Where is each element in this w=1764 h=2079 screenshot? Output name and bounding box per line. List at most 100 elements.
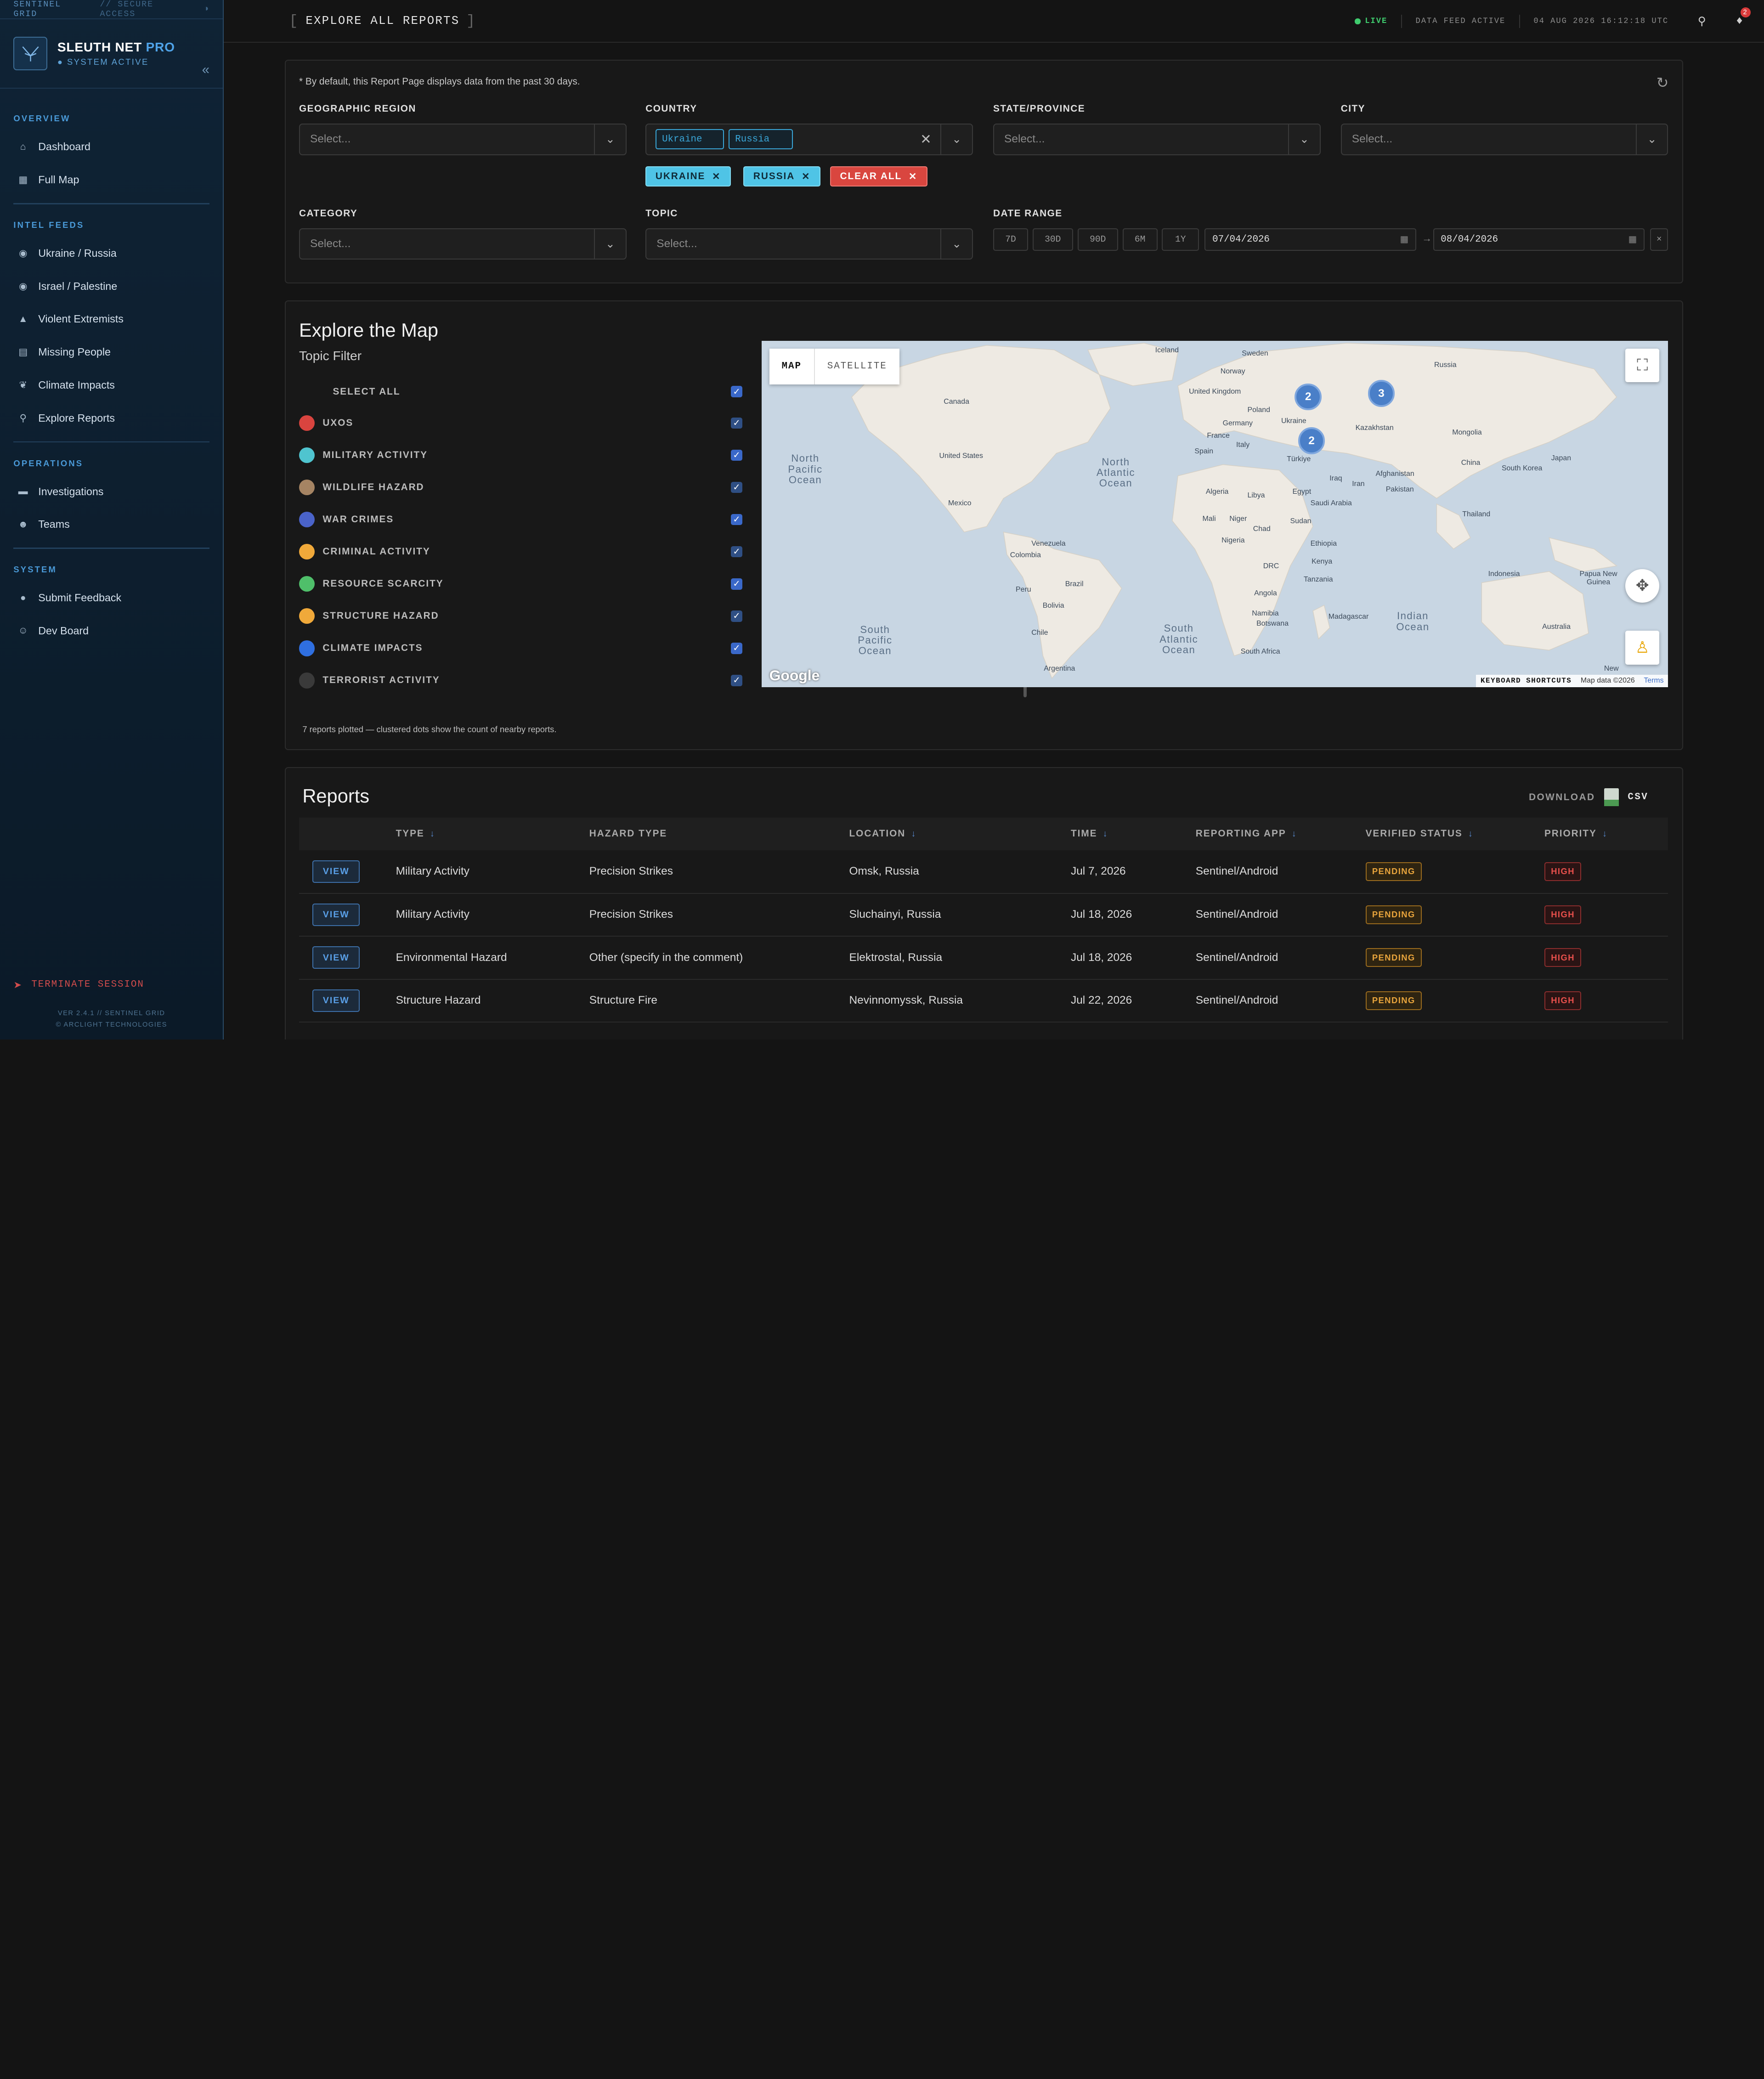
sidebar-item-dev-board[interactable]: ☺ Dev Board: [0, 615, 223, 648]
tag-ukraine[interactable]: UKRAINE ✕: [645, 166, 731, 187]
range-1y-button[interactable]: 1Y: [1162, 228, 1199, 251]
state-select[interactable]: Select... ⌄: [993, 123, 1321, 155]
column-header-app[interactable]: REPORTING APP ↓: [1196, 818, 1366, 850]
map-footnote: 7 reports plotted — clustered dots show …: [302, 724, 557, 734]
tag-russia[interactable]: RUSSIA ✕: [743, 166, 820, 187]
country-chip-ukraine[interactable]: Ukraine: [655, 129, 724, 150]
topic-filter-item[interactable]: WILDLIFE HAZARD ✓: [299, 471, 742, 503]
terms-link[interactable]: Terms: [1644, 677, 1663, 685]
country-select[interactable]: Ukraine Russia ✕ ⌄: [645, 123, 973, 155]
column-header-location[interactable]: LOCATION ↓: [849, 818, 1071, 850]
date-from-input[interactable]: 07/04/2026 ▦: [1204, 228, 1416, 251]
terminate-session-button[interactable]: ➤ TERMINATE SESSION: [13, 979, 144, 991]
sidebar-item-explore-reports[interactable]: ⚲ Explore Reports: [0, 401, 223, 435]
sidebar-item-climate-impacts[interactable]: ❦ Climate Impacts: [0, 369, 223, 402]
column-header-status[interactable]: VERIFIED STATUS ↓: [1366, 818, 1544, 850]
column-header-type[interactable]: TYPE ↓: [396, 818, 589, 850]
topic-filter-item[interactable]: WAR CRIMES ✓: [299, 503, 742, 536]
pan-control-icon[interactable]: ✥: [1625, 569, 1659, 603]
sidebar-item-investigations[interactable]: ▬ Investigations: [0, 475, 223, 508]
keyboard-shortcuts-link[interactable]: KEYBOARD SHORTCUTS: [1481, 677, 1572, 685]
sidebar-item-submit-feedback[interactable]: ● Submit Feedback: [0, 582, 223, 615]
download-csv-button[interactable]: DOWNLOAD CSV: [1529, 788, 1648, 807]
map-label: Poland: [1247, 406, 1270, 414]
bell-icon[interactable]: ♦ 2: [1736, 7, 1751, 28]
column-header-time[interactable]: TIME ↓: [1071, 818, 1196, 850]
remove-tag-icon[interactable]: ✕: [712, 171, 721, 182]
feed-status: DATA FEED ACTIVE: [1415, 17, 1506, 26]
street-view-icon[interactable]: ♙: [1625, 631, 1659, 665]
system-name: SENTINEL GRID: [13, 0, 62, 19]
clear-country-icon[interactable]: ✕: [920, 131, 932, 147]
topic-label: TERRORIST ACTIVITY: [322, 675, 440, 686]
clear-all-button[interactable]: CLEAR ALL ✕: [830, 166, 927, 187]
view-button[interactable]: VIEW: [312, 946, 360, 969]
remove-tag-icon[interactable]: ✕: [802, 171, 810, 182]
sidebar-item-israel-palestine[interactable]: ◉ Israel / Palestine: [0, 270, 223, 303]
topic-filter-item[interactable]: RESOURCE SCARCITY ✓: [299, 568, 742, 600]
copyright-text: © ARCLIGHT TECHNOLOGIES: [56, 1021, 167, 1028]
collapse-sidebar-icon[interactable]: «: [202, 62, 209, 78]
range-6m-button[interactable]: 6M: [1122, 228, 1158, 251]
refresh-icon[interactable]: ↻: [1657, 74, 1669, 91]
sidebar-item-full-map[interactable]: ▦ Full Map: [0, 164, 223, 197]
category-select[interactable]: Select... ⌄: [299, 228, 627, 260]
column-header-priority[interactable]: PRIORITY ↓: [1544, 818, 1668, 850]
cell-time: Jul 22, 2026: [1070, 994, 1132, 1007]
fullscreen-icon[interactable]: ⛶: [1625, 348, 1659, 383]
cell-time: Jul 7, 2026: [1070, 865, 1126, 878]
map-type-satellite-button[interactable]: SATELLITE: [815, 349, 899, 384]
topic-filter-item[interactable]: CLIMATE IMPACTS ✓: [299, 632, 742, 664]
city-select[interactable]: Select... ⌄: [1340, 123, 1668, 155]
view-button[interactable]: VIEW: [312, 860, 360, 883]
topic-select[interactable]: Select... ⌄: [645, 228, 973, 260]
topic-checkbox[interactable]: ✓: [731, 610, 742, 622]
map-label: Iran: [1352, 480, 1365, 488]
country-chip-russia[interactable]: Russia: [729, 129, 793, 150]
topic-checkbox[interactable]: ✓: [731, 643, 742, 654]
map-panel: Explore the Map Topic Filter SELECT ALL …: [284, 300, 1683, 751]
range-30d-button[interactable]: 30D: [1032, 228, 1073, 251]
topic-checkbox[interactable]: ✓: [731, 449, 742, 461]
page-title: [EXPLORE ALL REPORTS]: [289, 12, 476, 29]
clear-dates-button[interactable]: ×: [1650, 228, 1668, 251]
priority-badge: HIGH: [1544, 991, 1582, 1010]
sidebar-item-teams[interactable]: ☻ Teams: [0, 508, 223, 541]
date-to-input[interactable]: 08/04/2026 ▦: [1433, 228, 1645, 251]
cluster-marker[interactable]: 3: [1368, 380, 1395, 407]
topic-filter-item[interactable]: CRIMINAL ACTIVITY ✓: [299, 536, 742, 568]
topic-checkbox[interactable]: ✓: [731, 514, 742, 525]
sidebar-item-missing-people[interactable]: ▤ Missing People: [0, 336, 223, 369]
topic-checkbox[interactable]: ✓: [731, 675, 742, 686]
topic-checkbox[interactable]: ✓: [731, 417, 742, 429]
topic-filter-item[interactable]: STRUCTURE HAZARD ✓: [299, 600, 742, 632]
cluster-marker[interactable]: 2: [1295, 383, 1322, 411]
select-all-row[interactable]: SELECT ALL ✓: [299, 376, 742, 408]
geo-region-select[interactable]: Select... ⌄: [299, 123, 627, 155]
range-90d-button[interactable]: 90D: [1077, 228, 1118, 251]
topic-checkbox[interactable]: ✓: [731, 481, 742, 493]
search-icon[interactable]: ⚲: [1698, 14, 1707, 28]
view-button[interactable]: VIEW: [312, 989, 360, 1012]
topic-filter-item[interactable]: UXOS ✓: [299, 407, 742, 439]
range-7d-button[interactable]: 7D: [993, 228, 1028, 251]
topic-filter-item[interactable]: TERRORIST ACTIVITY ✓: [299, 664, 742, 696]
sidebar-item-ukraine-russia[interactable]: ◉ Ukraine / Russia: [0, 237, 223, 270]
map-data-text: Map data ©2026: [1580, 677, 1635, 685]
calendar-icon[interactable]: ▦: [1400, 234, 1409, 245]
select-all-checkbox[interactable]: ✓: [731, 386, 742, 397]
world-map[interactable]: MAP SATELLITE ⛶ ✥ ♙ 2 3 2 Iceland Sweden…: [761, 340, 1668, 687]
topic-checkbox[interactable]: ✓: [731, 578, 742, 590]
topic-filter-item[interactable]: MILITARY ACTIVITY ✓: [299, 439, 742, 471]
sidebar-item-dashboard[interactable]: ⌂ Dashboard: [0, 130, 223, 164]
calendar-icon[interactable]: ▦: [1628, 234, 1637, 245]
map-label: Colombia: [1010, 551, 1041, 559]
building-icon: ▤: [18, 347, 28, 358]
map-label: Saudi Arabia: [1310, 499, 1352, 507]
sidebar-item-violent-extremists[interactable]: ▲ Violent Extremists: [0, 303, 223, 336]
map-type-map-button[interactable]: MAP: [769, 348, 815, 385]
cluster-marker[interactable]: 2: [1298, 427, 1325, 454]
map-label: Niger: [1229, 515, 1247, 523]
topic-checkbox[interactable]: ✓: [731, 546, 742, 558]
view-button[interactable]: VIEW: [312, 903, 360, 926]
